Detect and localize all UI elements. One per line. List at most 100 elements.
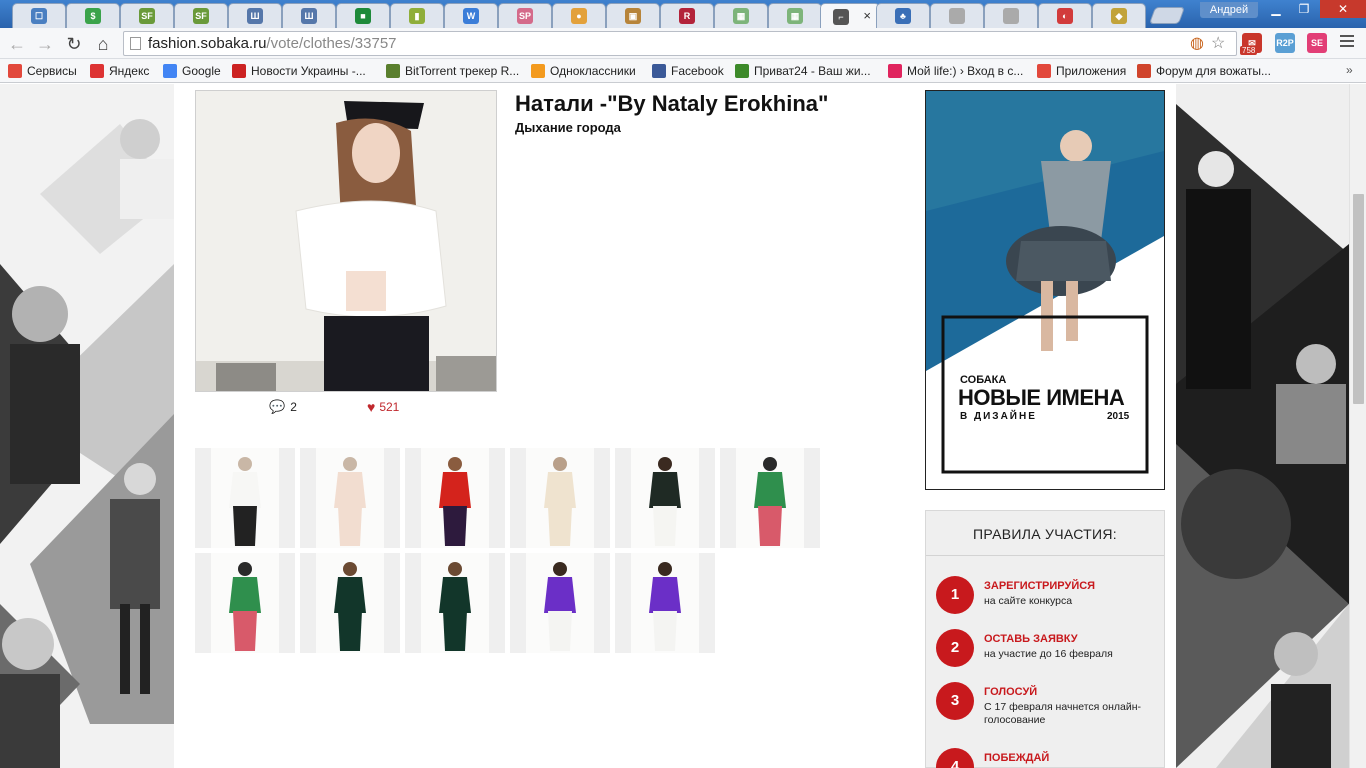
thumbnail-photo xyxy=(720,448,820,548)
thumbnail-photo xyxy=(510,448,610,548)
home-icon[interactable]: ⌂ xyxy=(92,33,114,55)
shoe-icon: ⌐ xyxy=(833,8,849,25)
address-bar[interactable]: fashion.sobaka.ru/vote/clothes/33757 ◍ ☆ xyxy=(123,31,1237,56)
bookmark-item[interactable]: Приложения xyxy=(1037,63,1126,79)
bookmark-label: Google xyxy=(182,64,221,78)
bookmark-item[interactable]: Приват24 - Ваш жи... xyxy=(735,63,871,79)
browser-tab[interactable]: W xyxy=(444,3,498,28)
minimize-icon[interactable]: ▁ xyxy=(1262,0,1290,18)
step-title[interactable]: ОСТАВЬ ЗАЯВКУ xyxy=(984,633,1078,645)
cookie-icon[interactable]: ◍ xyxy=(1190,36,1204,52)
bookmark-item[interactable]: BitTorrent трекер R... xyxy=(386,63,519,79)
banner-year: 2015 xyxy=(1107,411,1130,422)
bookmark-item[interactable]: Мой life:) › Вход в с... xyxy=(888,63,1023,79)
star-icon[interactable]: ☆ xyxy=(1211,36,1225,52)
gallery-thumbnail[interactable] xyxy=(195,553,295,653)
browser-tab[interactable]: R xyxy=(660,3,714,28)
likes-counter[interactable]: ♥ 521 xyxy=(367,399,399,415)
bookmark-item[interactable]: Форум для вожаты... xyxy=(1137,63,1271,79)
browser-tab[interactable]: ● xyxy=(552,3,606,28)
collage-graphic xyxy=(0,84,174,768)
browser-tab[interactable]: ♣ xyxy=(876,3,930,28)
forward-icon[interactable]: → xyxy=(34,33,56,55)
banner-headline: НОВЫЕ ИМЕНА xyxy=(958,385,1125,410)
w-icon: W xyxy=(463,8,479,24)
step-number-badge: 1 xyxy=(936,576,974,614)
back-icon[interactable]: ← xyxy=(6,33,28,55)
step-title[interactable]: ЗАРЕГИСТРИРУЙСЯ xyxy=(984,580,1095,592)
browser-tab[interactable]: ☐ xyxy=(12,3,66,28)
browser-tab[interactable]: SF xyxy=(174,3,228,28)
gallery-thumbnail[interactable] xyxy=(510,553,610,653)
bookmark-item[interactable]: Одноклассники xyxy=(531,63,636,79)
browser-tab[interactable]: ⌐ × xyxy=(820,3,880,29)
tab-strip: Андрей ▁ ❐ ✕ ☐ $ SF SF Ш Ш ■ ▮ W SP ● ▣ R ▦ ▦ ⌐ × ♣ ◐ ◆ xyxy=(0,0,1366,29)
browser-tab[interactable]: Ш xyxy=(228,3,282,28)
chart-icon: ▮ xyxy=(409,8,425,24)
scrollbar-thumb[interactable] xyxy=(1353,194,1364,404)
browser-tab[interactable]: SF xyxy=(120,3,174,28)
browser-tab[interactable]: ▣ xyxy=(606,3,660,28)
maximize-icon[interactable]: ❐ xyxy=(1290,0,1318,18)
gallery-thumbnail[interactable] xyxy=(720,448,820,548)
menu-icon[interactable] xyxy=(1340,35,1354,49)
main-photo[interactable] xyxy=(195,90,497,392)
browser-tab[interactable] xyxy=(930,3,984,28)
heart-icon[interactable]: ♥ xyxy=(367,399,375,415)
step-title[interactable]: ГОЛОСУЙ xyxy=(984,686,1037,698)
browser-tab[interactable]: ▮ xyxy=(390,3,444,28)
browser-tab[interactable] xyxy=(984,3,1038,28)
disk-icon: ◆ xyxy=(1111,8,1127,24)
browser-tab[interactable]: SP xyxy=(498,3,552,28)
close-window-icon[interactable]: ✕ xyxy=(1320,0,1366,18)
entry-title: Натали -"By Nataly Erokhina" xyxy=(515,91,829,116)
bookmark-item[interactable]: Сервисы xyxy=(8,63,77,79)
gallery-thumbnail[interactable] xyxy=(615,448,715,548)
web-page: 💬 2 ♥ 521 Натали -"By Nataly Erokhina" Д… xyxy=(0,84,1366,768)
more-bookmarks-icon[interactable]: » xyxy=(1346,63,1353,77)
gallery-thumbnail[interactable] xyxy=(300,553,400,653)
browser-tab[interactable]: ▦ xyxy=(768,3,822,28)
bookmark-item[interactable]: Яндекс xyxy=(90,63,149,79)
step-title[interactable]: ПОБЕЖДАЙ xyxy=(984,752,1049,764)
bookmark-label: Facebook xyxy=(671,64,724,78)
bookmark-item[interactable]: Facebook xyxy=(652,63,724,79)
gallery-thumbnail[interactable] xyxy=(405,448,505,548)
left-background-collage xyxy=(0,84,174,768)
contest-banner[interactable]: СОБАКА НОВЫЕ ИМЕНА В ДИЗАЙНЕ 2015 xyxy=(925,90,1165,490)
gallery-thumbnail[interactable] xyxy=(510,448,610,548)
ok-icon xyxy=(531,64,545,78)
se-icon[interactable]: SE xyxy=(1307,33,1327,53)
new-tab-button[interactable] xyxy=(1148,7,1186,24)
browser-tab[interactable]: ▦ xyxy=(714,3,768,28)
gallery-thumbnail[interactable] xyxy=(405,553,505,653)
browser-tab[interactable]: ■ xyxy=(336,3,390,28)
shi-zona-icon: Ш xyxy=(301,8,317,24)
comments-counter[interactable]: 💬 2 xyxy=(269,399,297,415)
page-scrollbar[interactable] xyxy=(1349,84,1366,768)
gallery-thumbnail[interactable] xyxy=(300,448,400,548)
browser-tab[interactable]: $ xyxy=(66,3,120,28)
comment-bubble-icon: 💬 xyxy=(269,399,286,414)
bookmark-label: Форум для вожаты... xyxy=(1156,64,1271,78)
bookmark-item[interactable]: Google xyxy=(163,63,221,79)
r2p-icon[interactable]: R2P xyxy=(1275,33,1295,53)
bookmark-label: Новости Украины -... xyxy=(251,64,366,78)
step-description: С 17 февраля начнется онлайн-голосование xyxy=(984,701,1142,726)
step-number-badge: 3 xyxy=(936,682,974,720)
url-host: fashion.sobaka.ru xyxy=(148,35,267,52)
bookmark-item[interactable]: Новости Украины -... xyxy=(232,63,366,79)
gallery-thumbnail[interactable] xyxy=(195,448,295,548)
rules-panel: ПРАВИЛА УЧАСТИЯ: 1 ЗАРЕГИСТРИРУЙСЯ на сайт… xyxy=(925,510,1165,768)
reload-icon[interactable]: ↻ xyxy=(63,33,85,55)
browser-tab[interactable]: ◐ xyxy=(1038,3,1092,28)
close-tab-icon[interactable]: × xyxy=(863,8,871,23)
doc-icon xyxy=(949,8,965,24)
browser-tab[interactable]: ◆ xyxy=(1092,3,1146,28)
round-icon: ● xyxy=(571,8,587,24)
profile-button[interactable]: Андрей xyxy=(1200,2,1258,18)
facebook-icon xyxy=(652,64,666,78)
browser-tab[interactable]: Ш xyxy=(282,3,336,28)
gallery-thumbnail[interactable] xyxy=(615,553,715,653)
shi-zona-icon: Ш xyxy=(247,8,263,24)
